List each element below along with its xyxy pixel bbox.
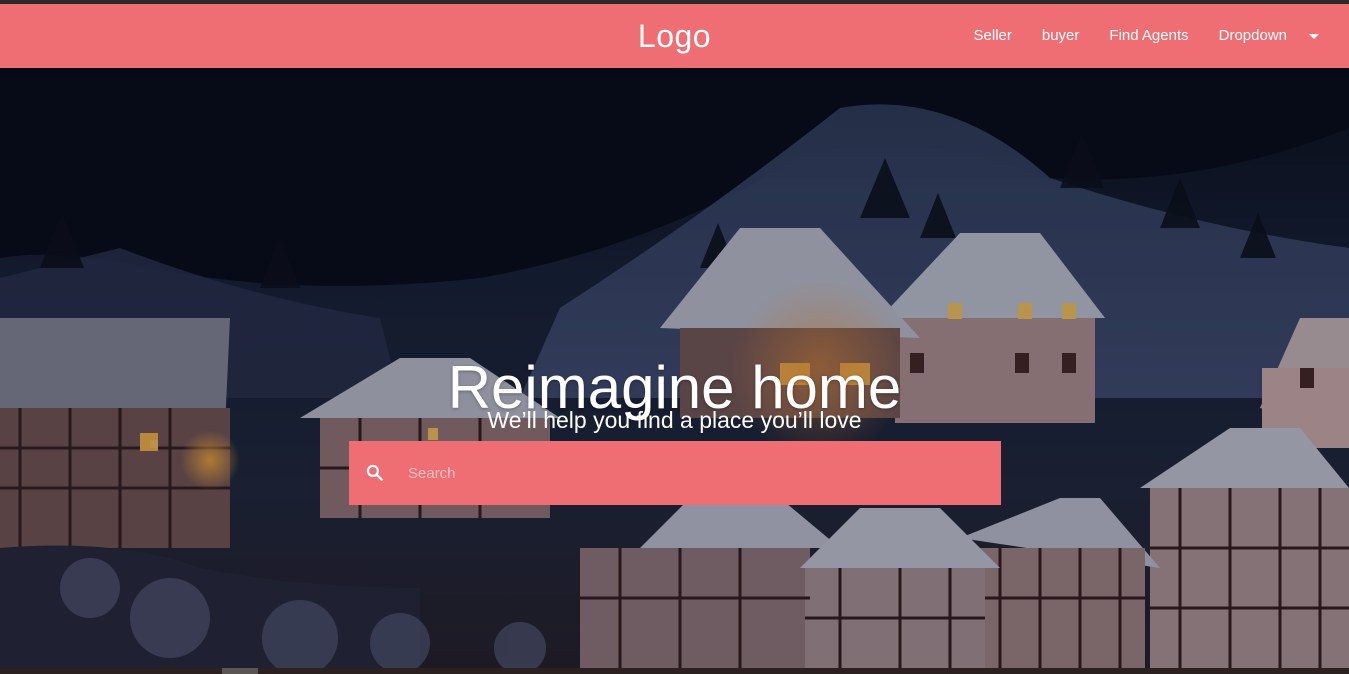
search-input[interactable] <box>408 441 1001 505</box>
nav-dropdown-label: Dropdown <box>1218 27 1287 44</box>
scrollbar-thumb[interactable] <box>222 668 258 674</box>
nav-links: Seller buyer Find Agents Dropdown <box>959 4 1334 68</box>
nav-link-buyer[interactable]: buyer <box>1027 4 1095 68</box>
nav-dropdown-trigger[interactable]: Dropdown <box>1204 4 1334 68</box>
navbar: Logo Seller buyer Find Agents Dropdown <box>0 4 1349 68</box>
search-bar[interactable] <box>349 441 1001 505</box>
hero-subtitle: We’ll help you find a place you’ll love <box>487 407 862 433</box>
horizontal-scrollbar[interactable] <box>0 668 1349 674</box>
page: Logo Seller buyer Find Agents Dropdown R… <box>0 0 1349 674</box>
search-icon[interactable] <box>365 463 385 483</box>
brand-logo[interactable]: Logo <box>638 18 711 54</box>
caret-down-icon <box>1309 33 1319 39</box>
hero-section: Reimagine home We’ll help you find a pla… <box>0 68 1349 668</box>
nav-link-find-agents[interactable]: Find Agents <box>1094 4 1203 68</box>
nav-link-seller[interactable]: Seller <box>959 4 1027 68</box>
